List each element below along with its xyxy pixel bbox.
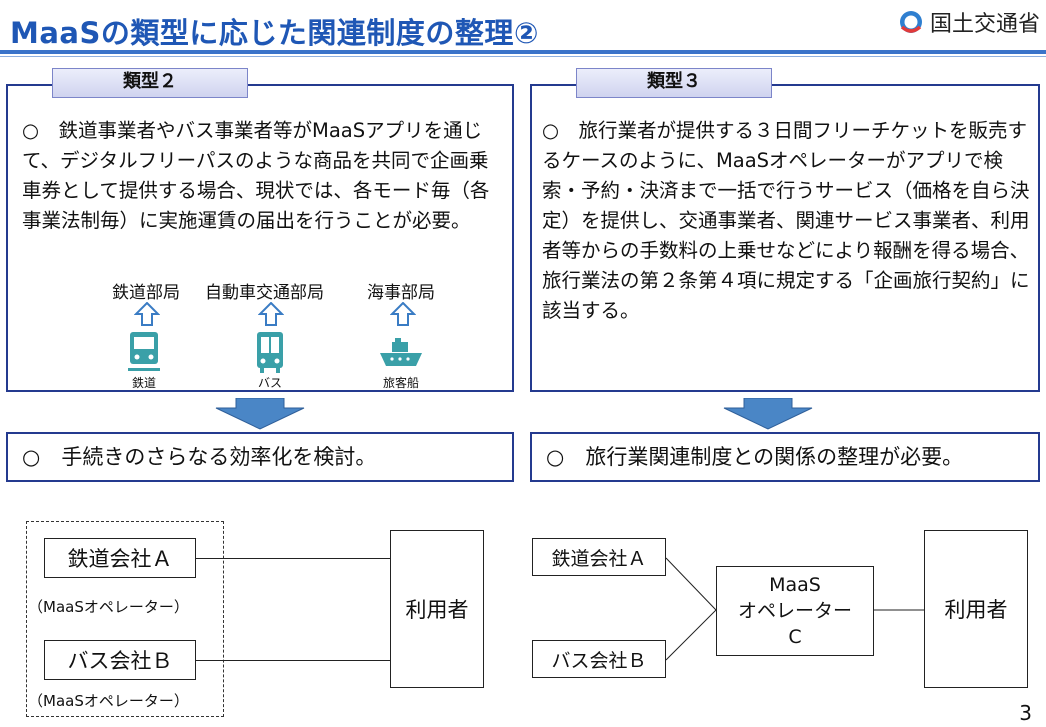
- up-arrow-icon: [134, 302, 160, 326]
- page-title: MaaSの類型に応じた関連制度の整理②: [10, 16, 539, 50]
- connector-line: [196, 660, 390, 661]
- agency-railway: 鉄道部局: [112, 283, 180, 303]
- down-arrow-icon: [215, 398, 305, 430]
- mode-label-ship: 旅客船: [382, 376, 419, 390]
- type2-tab: 類型２: [52, 68, 248, 98]
- up-arrow-icon: [390, 302, 416, 326]
- type2-conclusion: ○ 手続きのさらなる効率化を検討。: [6, 432, 514, 482]
- up-arrow-icon: [258, 302, 284, 326]
- type2-description: ○ 鉄道事業者やバス事業者等がMaaSアプリを通じて、デジタルフリーパスのような…: [22, 119, 490, 232]
- ministry-name: 国土交通省: [929, 12, 1040, 37]
- bus-company-b-box-right: バス会社Ｂ: [532, 640, 666, 678]
- ministry-logo-group: 国土交通省: [898, 6, 1040, 38]
- connector-line: [196, 558, 390, 559]
- user-box-left: 利用者: [390, 530, 484, 688]
- mode-label-bus: バス: [257, 376, 282, 390]
- agency-road-transport: 自動車交通部局: [205, 283, 324, 303]
- mode-label-railway: 鉄道: [131, 376, 156, 390]
- down-arrow-icon: [723, 398, 813, 430]
- connector-lines: [666, 557, 924, 661]
- type3-tab: 類型３: [576, 68, 772, 98]
- bus-company-b-box: バス会社Ｂ: [44, 640, 196, 680]
- railway-company-a-box: 鉄道会社Ａ: [44, 538, 196, 578]
- user-box-right: 利用者: [924, 530, 1028, 688]
- train-icon: [128, 332, 160, 371]
- railway-company-a-note: （MaaSオペレーター）: [28, 598, 189, 616]
- page-number: 3: [1019, 701, 1032, 725]
- bus-company-b-note: （MaaSオペレーター）: [28, 692, 189, 710]
- type3-conclusion: ○ 旅行業関連制度との関係の整理が必要。: [530, 432, 1040, 482]
- type3-description: ○ 旅行業者が提供する３日間フリーチケットを販売するケースのように、MaaSオペ…: [542, 119, 1030, 322]
- title-underline-thin: [0, 56, 1046, 57]
- ministry-logo-icon: [899, 11, 922, 33]
- railway-company-a-box-right: 鉄道会社Ａ: [532, 538, 666, 576]
- bus-icon: [257, 332, 283, 373]
- ship-icon: [380, 338, 422, 366]
- agency-maritime: 海事部局: [367, 283, 435, 303]
- title-underline: [0, 50, 1046, 54]
